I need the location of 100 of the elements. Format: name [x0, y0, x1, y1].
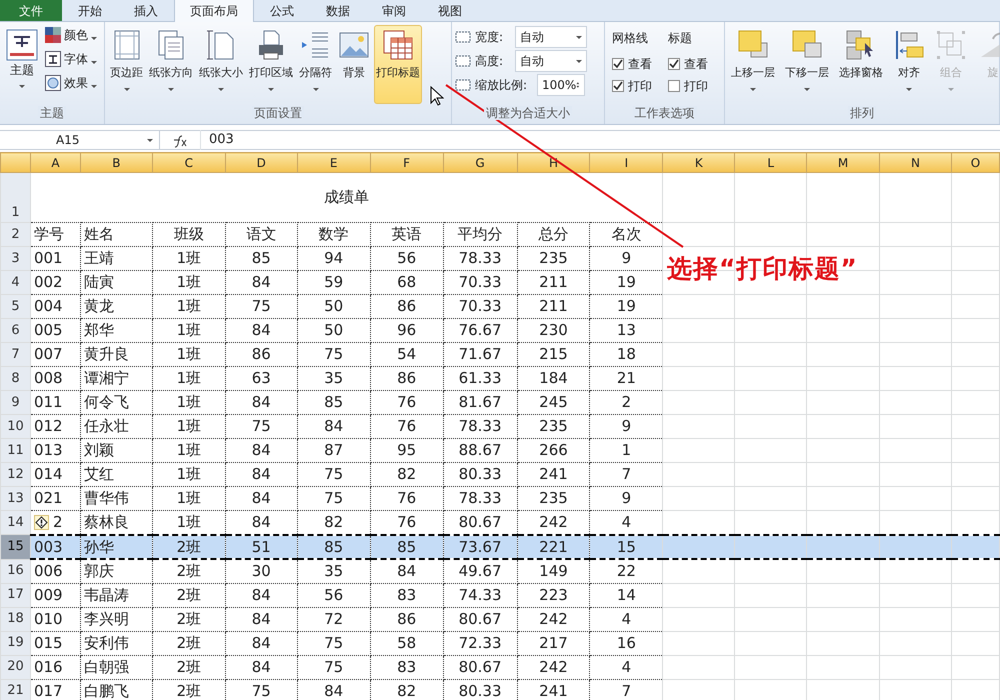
ribbon-button[interactable]: 下移一层: [782, 25, 832, 104]
checkbox[interactable]: [612, 58, 624, 70]
ribbon-button[interactable]: 纸张大小: [197, 25, 245, 104]
ribbon-button[interactable]: 背景: [336, 25, 372, 104]
column-header[interactable]: I: [590, 152, 663, 172]
group-icon: [935, 29, 967, 61]
print-titles-icon: [382, 29, 414, 61]
ribbon-tab[interactable]: 开始: [62, 0, 118, 21]
caret-icon: [91, 84, 97, 88]
checkbox-option[interactable]: 查看: [612, 55, 652, 73]
warning-icon[interactable]: [34, 514, 49, 530]
checkbox-option[interactable]: 打印: [612, 77, 652, 95]
ribbon-tab[interactable]: 页面布局: [174, 0, 254, 22]
setting-field[interactable]: 100%: [537, 74, 585, 96]
palette-icon: [45, 27, 61, 43]
ribbon-tab[interactable]: 插入: [118, 0, 174, 21]
row-header[interactable]: 2: [0, 222, 30, 246]
ribbon-tab[interactable]: 公式: [254, 0, 310, 21]
column-header[interactable]: O: [951, 152, 1000, 172]
column-header[interactable]: L: [734, 152, 807, 172]
row-header[interactable]: 3: [0, 246, 30, 270]
setting-field[interactable]: 自动: [515, 50, 587, 72]
row-header[interactable]: 4: [0, 270, 30, 294]
row-header[interactable]: 7: [0, 342, 30, 366]
ribbon-button[interactable]: 上移一层: [728, 25, 778, 104]
column-header[interactable]: G: [443, 152, 518, 172]
checkbox[interactable]: [612, 80, 624, 92]
table-cell: 63: [225, 366, 298, 390]
ribbon-tab[interactable]: 视图: [422, 0, 478, 21]
effects-icon: [45, 75, 61, 91]
row-header[interactable]: 6: [0, 318, 30, 342]
table-cell: 012: [30, 414, 80, 438]
group-label: 页面设置: [252, 106, 304, 120]
ribbon-button[interactable]: 纸张方向: [147, 25, 195, 104]
row-header[interactable]: 14: [0, 510, 30, 534]
table-cell: 1班: [152, 318, 226, 342]
table-cell: 011: [30, 390, 80, 414]
column-header[interactable]: A: [30, 152, 80, 172]
row-header[interactable]: 15: [0, 534, 30, 559]
ribbon-button[interactable]: 打印区域: [247, 25, 295, 104]
row-header[interactable]: 11: [0, 438, 30, 462]
ribbon-tab[interactable]: 数据: [310, 0, 366, 21]
row-header[interactable]: 13: [0, 486, 30, 510]
file-menu-tab[interactable]: 文件: [0, 0, 62, 21]
column-header[interactable]: K: [662, 152, 735, 172]
table-cell: 85: [297, 534, 370, 559]
ribbon-button[interactable]: 选择窗格: [836, 25, 886, 104]
table-cell: 黄龙: [80, 294, 152, 318]
table-cell: 孙华: [80, 534, 152, 559]
row-header[interactable]: 16: [0, 559, 30, 583]
table-cell: 021: [30, 486, 80, 510]
row-header[interactable]: 5: [0, 294, 30, 318]
checkbox-option[interactable]: 查看: [668, 55, 708, 73]
column-header[interactable]: D: [225, 152, 298, 172]
column-header[interactable]: N: [880, 152, 952, 172]
row-header[interactable]: 20: [0, 655, 30, 679]
column-header[interactable]: F: [370, 152, 444, 172]
ribbon-button[interactable]: 分隔符: [297, 25, 334, 104]
table-cell: 2班: [152, 607, 226, 631]
ribbon-button[interactable]: 对齐: [890, 25, 928, 104]
table-cell: 85: [297, 390, 370, 414]
column-header[interactable]: C: [152, 152, 226, 172]
table-cell: 56: [370, 246, 444, 270]
table-cell: 78.33: [443, 414, 518, 438]
row-header[interactable]: 10: [0, 414, 30, 438]
table-cell: 010: [30, 607, 80, 631]
setting-field[interactable]: 自动: [515, 26, 587, 48]
ribbon-tab[interactable]: 审阅: [366, 0, 422, 21]
row-header[interactable]: 8: [0, 366, 30, 390]
row-header[interactable]: 17: [0, 583, 30, 607]
row-header[interactable]: 19: [0, 631, 30, 655]
formula-field[interactable]: 003: [200, 130, 1000, 150]
theme-option-button[interactable]: 效果: [43, 73, 99, 93]
checkbox[interactable]: [668, 80, 680, 92]
row-header[interactable]: 12: [0, 462, 30, 486]
checkbox[interactable]: [668, 58, 680, 70]
row-header[interactable]: 18: [0, 607, 30, 631]
row-header[interactable]: 9: [0, 390, 30, 414]
theme-option-button[interactable]: 字体: [43, 49, 99, 69]
field-label: 宽度:: [475, 29, 504, 46]
table-cell: 76.67: [443, 318, 518, 342]
table-cell: 75: [225, 294, 298, 318]
table-cell: 平均分: [443, 222, 518, 246]
table-cell: 002: [30, 270, 80, 294]
ribbon-button[interactable]: 打印标题: [374, 25, 422, 104]
table-cell: 数学: [297, 222, 370, 246]
checkbox-option[interactable]: 打印: [668, 77, 708, 95]
column-header[interactable]: B: [80, 152, 152, 172]
table-cell: 86: [370, 294, 444, 318]
table-cell: 84: [225, 270, 298, 294]
row-header[interactable]: 21: [0, 679, 30, 700]
column-header[interactable]: E: [297, 152, 370, 172]
name-box[interactable]: A15: [0, 130, 160, 150]
column-header[interactable]: M: [806, 152, 880, 172]
theme-option-button[interactable]: 颜色: [43, 25, 99, 45]
theme-button[interactable]: 主题: [3, 25, 41, 104]
row-header[interactable]: 1: [0, 172, 30, 222]
table-cell: 266: [517, 438, 590, 462]
ribbon-button[interactable]: 页边距: [108, 25, 145, 104]
sheet-title: 成绩单: [324, 188, 370, 206]
